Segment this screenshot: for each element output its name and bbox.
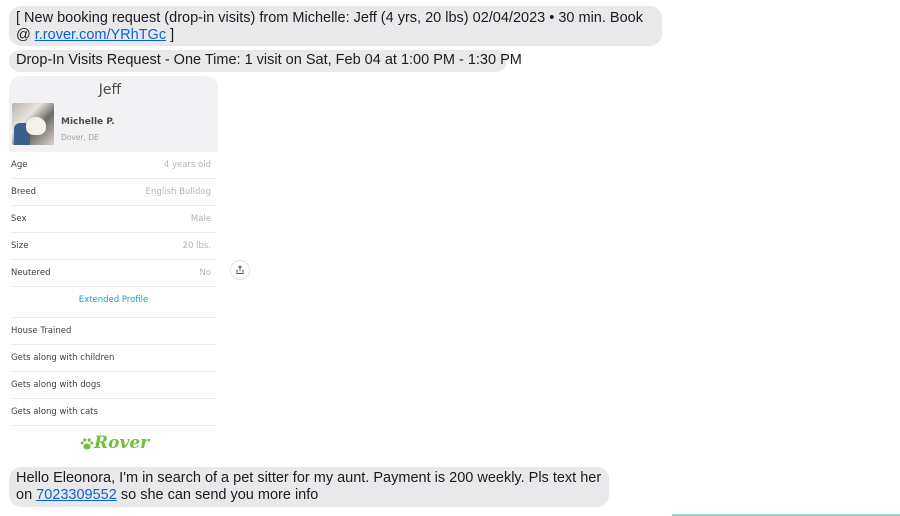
detail-row-size: Size 20 lbs.	[11, 233, 216, 260]
detail-label: Sex	[11, 214, 27, 224]
booking-link[interactable]: r.rover.com/YRhTGc	[35, 27, 166, 43]
booking-request-message: [ New booking request (drop-in visits) f…	[9, 6, 662, 46]
detail-label: Age	[11, 160, 28, 170]
share-button[interactable]	[230, 260, 250, 280]
trait-row: Gets along with children	[11, 345, 216, 372]
phone-link[interactable]: 7023309552	[36, 487, 117, 503]
rover-logo: Rover	[80, 430, 150, 456]
rover-wordmark: Rover	[94, 433, 150, 453]
detail-label: Breed	[11, 187, 36, 197]
trait-label: Gets along with cats	[11, 407, 98, 417]
detail-label: Neutered	[11, 268, 51, 278]
visit-request-text: Drop-In Visits Request - One Time: 1 vis…	[16, 52, 522, 68]
detail-row-breed: Breed English Bulldog	[11, 179, 216, 206]
visit-request-message: Drop-In Visits Request - One Time: 1 vis…	[9, 50, 522, 72]
pet-name: Jeff	[98, 82, 122, 98]
detail-row-age: Age 4 years old	[11, 152, 216, 179]
pet-profile-card[interactable]: Jeff Michelle P. Dover, DE Age 4 years o…	[9, 76, 218, 462]
paw-icon	[80, 438, 94, 450]
pet-photo	[12, 103, 54, 145]
owner-location: Dover, DE	[61, 133, 99, 142]
owner-name: Michelle P.	[61, 117, 115, 127]
detail-value: No	[199, 268, 211, 278]
detail-value: 4 years old	[163, 160, 211, 170]
extended-profile-link[interactable]: Extended Profile	[11, 286, 216, 318]
detail-label: Size	[11, 241, 29, 251]
trait-label: Gets along with dogs	[11, 380, 101, 390]
trait-label: Gets along with children	[11, 353, 115, 363]
trait-row: Gets along with dogs	[11, 372, 216, 399]
followup-text-end: so she can send you more info	[116, 487, 319, 503]
booking-request-close: ]	[166, 27, 175, 43]
detail-value: English Bulldog	[145, 187, 211, 197]
followup-message: Hello Eleonora, I'm in search of a pet s…	[9, 467, 609, 507]
share-icon	[236, 265, 244, 274]
detail-row-neutered: Neutered No	[11, 260, 216, 287]
trait-label: House Trained	[11, 326, 72, 336]
detail-row-sex: Sex Male	[11, 206, 216, 233]
trait-row: Gets along with cats	[11, 399, 216, 426]
detail-value: Male	[190, 214, 211, 224]
detail-value: 20 lbs.	[182, 241, 211, 251]
trait-row: House Trained	[11, 318, 216, 345]
pet-card-header: Jeff Michelle P. Dover, DE	[9, 76, 218, 152]
